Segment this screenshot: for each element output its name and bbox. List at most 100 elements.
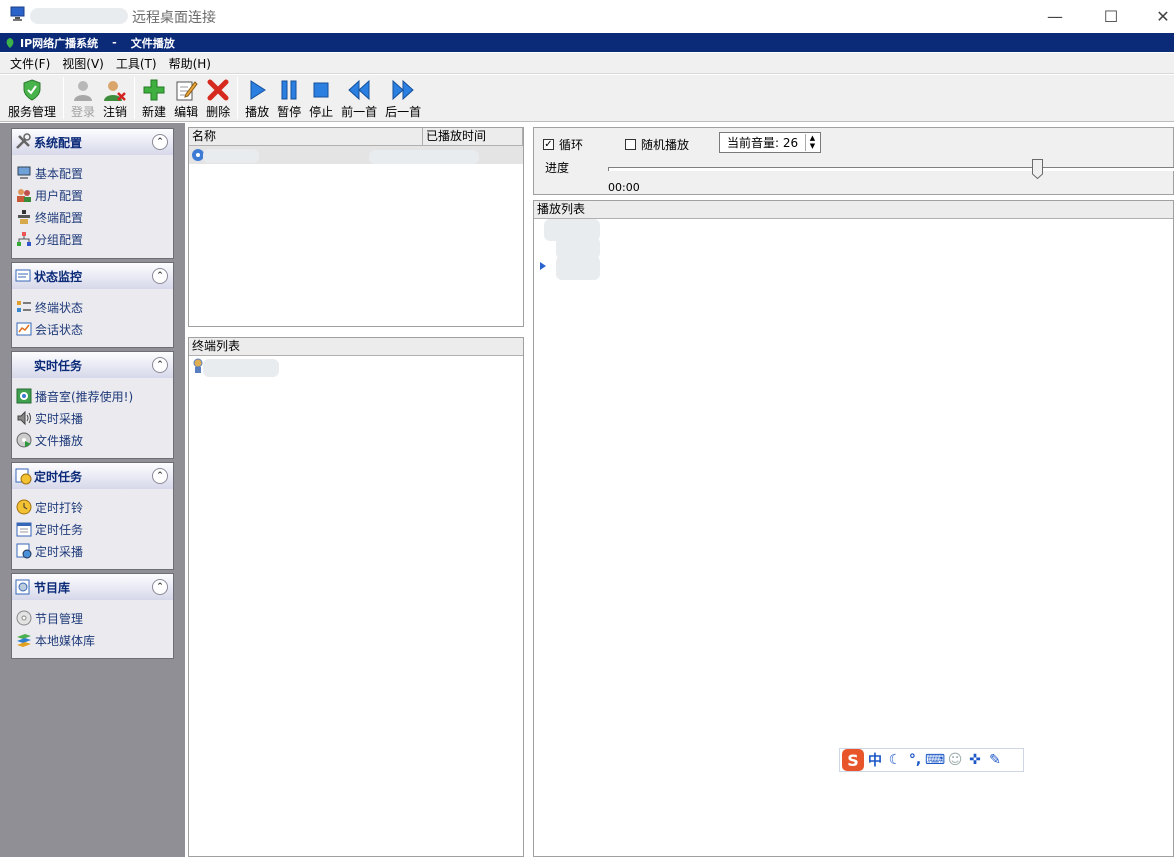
nav-group-realtime-title: 实时任务 [34, 358, 83, 373]
monitor-icon [15, 269, 31, 282]
nav-item-group-config[interactable]: 分组配置 [16, 228, 173, 250]
nav-item-local-media[interactable]: 本地媒体库 [16, 629, 173, 651]
studio-icon [16, 388, 32, 404]
rdp-titlebar: 远程桌面连接 — ☐ ✕ [0, 0, 1174, 32]
nav-item-terminal-config[interactable]: 终端配置 [16, 206, 173, 228]
stop-label: 停止 [309, 105, 334, 119]
media-stack-icon [17, 634, 31, 647]
stop-icon [313, 82, 329, 98]
nav-item-realtime-capture[interactable]: 实时采播 [16, 407, 173, 429]
close-button[interactable]: ✕ [1140, 0, 1174, 32]
nav-group-library-header[interactable]: 节目库 ⌃ [12, 574, 173, 600]
new-button[interactable]: 新建 [138, 75, 170, 121]
nav-item-studio[interactable]: 播音室(推荐使用!) [16, 385, 173, 407]
nav-item-scheduled-capture[interactable]: 定时采播 [16, 540, 173, 562]
ime-mode-chinese[interactable]: 中 [866, 751, 884, 769]
pause-button[interactable]: 暂停 [273, 75, 305, 121]
nav-group-scheduled-header[interactable]: 定时任务 ⌃ [12, 463, 173, 489]
nav-item-bell[interactable]: 定时打铃 [16, 496, 173, 518]
nav-item-user-config[interactable]: 用户配置 [16, 184, 173, 206]
nav-item-session-status[interactable]: 会话状态 [16, 318, 173, 340]
loop-label: 循环 [559, 138, 584, 152]
progress-slider-track[interactable] [608, 167, 1174, 171]
nav-group-realtime-header[interactable]: 实时任务 ⌃ [12, 352, 173, 378]
login-button[interactable]: 登录 [67, 75, 99, 121]
app-leaf-icon [6, 37, 14, 48]
volume-stepper[interactable]: 当前音量: 26 ▲ ▼ [719, 132, 821, 153]
nav-item-label: 文件播放 [35, 433, 84, 448]
collapse-icon[interactable]: ⌃ [152, 468, 168, 484]
volume-label: 当前音量: 26 [727, 136, 799, 150]
column-name[interactable]: 名称 [189, 128, 423, 145]
play-icon [250, 80, 267, 100]
menubar: 文件(F) 视图(V) 工具(T) 帮助(H) [0, 53, 1174, 74]
collapse-icon[interactable]: ⌃ [152, 579, 168, 595]
menu-help[interactable]: 帮助(H) [163, 55, 217, 72]
next-button[interactable]: 后一首 [381, 75, 425, 121]
play-button[interactable]: 播放 [241, 75, 273, 121]
nav-item-terminal-status[interactable]: 终端状态 [16, 296, 173, 318]
stop-button[interactable]: 停止 [305, 75, 337, 121]
tools-icon [16, 133, 31, 149]
app-name: IP网络广播系统 [20, 36, 99, 50]
nav-item-label: 分组配置 [35, 232, 84, 247]
computer-icon [17, 166, 31, 179]
nav-group-monitor-title: 状态监控 [34, 269, 83, 284]
menu-view[interactable]: 视图(V) [56, 55, 110, 72]
pause-label: 暂停 [277, 105, 302, 119]
blank-header-icon [14, 356, 32, 374]
collapse-icon[interactable]: ⌃ [152, 268, 168, 284]
random-check-box[interactable] [625, 139, 636, 150]
delete-button[interactable]: 删除 [202, 75, 234, 121]
keyboard-icon[interactable]: ⌨ [925, 751, 945, 769]
previous-label: 前一首 [341, 105, 378, 119]
redacted-terminal-name [203, 359, 279, 377]
list-status-icon [17, 301, 31, 312]
previous-icon [348, 79, 370, 101]
service-manage-button[interactable]: 服务管理 [4, 75, 60, 121]
sogou-logo-icon[interactable]: S [842, 749, 864, 771]
nav-item-scheduled-task[interactable]: 定时任务 [16, 518, 173, 540]
nav-group-scheduled-title: 定时任务 [34, 469, 83, 484]
terminal-row[interactable] [189, 356, 523, 377]
edit-button[interactable]: 编辑 [170, 75, 202, 121]
nav-item-basic-config[interactable]: 基本配置 [16, 162, 173, 184]
loop-checkbox[interactable]: ✓ 循环 [543, 136, 583, 153]
user-icon [74, 81, 93, 101]
title-separator: - [112, 36, 117, 49]
redacted-host [30, 8, 128, 24]
nav-item-label: 本地媒体库 [35, 633, 96, 648]
nav-item-file-playback[interactable]: 文件播放 [16, 429, 173, 451]
app-titlebar: IP网络广播系统 - 文件播放 [0, 33, 1174, 52]
user-remove-icon [104, 81, 126, 101]
nav-item-program-manage[interactable]: 节目管理 [16, 607, 173, 629]
column-played-time[interactable]: 已播放时间 [423, 128, 523, 145]
previous-button[interactable]: 前一首 [337, 75, 381, 121]
user-icon[interactable]: ☺ [946, 751, 964, 769]
speaker-icon [17, 410, 31, 426]
maximize-button[interactable]: ☐ [1088, 0, 1134, 32]
loop-check-box[interactable]: ✓ [543, 139, 554, 150]
nav-item-label: 会话状态 [35, 322, 84, 337]
nav-group-scheduled: 定时任务 ⌃ 定时打铃 定时任务 定时采播 [11, 462, 174, 570]
minimize-button[interactable]: — [1032, 0, 1078, 32]
menu-tools[interactable]: 工具(T) [110, 55, 163, 72]
menu-file[interactable]: 文件(F) [4, 55, 56, 72]
nav-group-monitor-header[interactable]: 状态监控 ⌃ [12, 263, 173, 289]
file-list-row[interactable] [189, 146, 523, 164]
ime-toolbar: S 中 ☾ °, ⌨ ☺ ✜ ✎ [839, 748, 1024, 772]
collapse-icon[interactable]: ⌃ [152, 134, 168, 150]
remote-desktop-icon [10, 6, 25, 21]
spin-arrows-icon[interactable]: ▲ ▼ [805, 134, 819, 151]
wrench-icon[interactable]: ✎ [986, 751, 1004, 769]
punctuation-icon[interactable]: °, [906, 751, 924, 769]
random-checkbox[interactable]: 随机播放 [625, 136, 689, 153]
shirt-icon[interactable]: ✜ [966, 751, 984, 769]
collapse-icon[interactable]: ⌃ [152, 357, 168, 373]
moon-icon[interactable]: ☾ [886, 751, 904, 769]
progress-slider-thumb[interactable] [1032, 159, 1043, 179]
calendar-capture-icon [16, 543, 32, 559]
terminal-list-panel: 终端列表 [188, 337, 524, 857]
logout-button[interactable]: 注销 [99, 75, 131, 121]
nav-group-config-header[interactable]: 系统配置 ⌃ [12, 129, 173, 155]
